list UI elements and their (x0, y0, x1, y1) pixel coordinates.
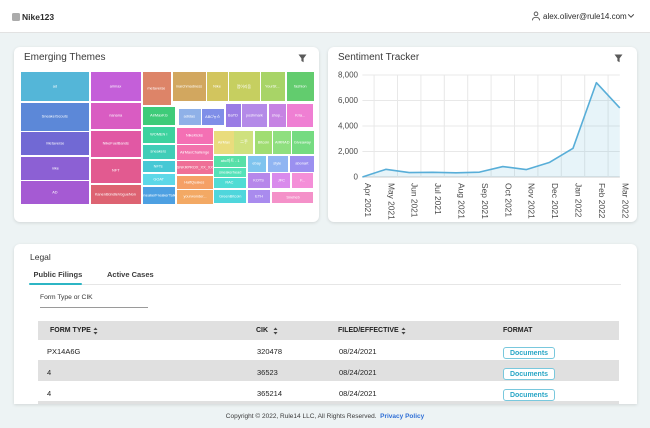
svg-text:Nov 2021: Nov 2021 (527, 183, 537, 219)
svg-text:Aug 2021: Aug 2021 (457, 183, 467, 219)
svg-text:Dec 2021: Dec 2021 (550, 183, 560, 219)
svg-text:Mar 2022: Mar 2022 (620, 183, 630, 219)
svg-text:Apr 2021: Apr 2021 (363, 183, 373, 217)
svg-text:Jun 2021: Jun 2021 (410, 183, 420, 218)
svg-text:8,000: 8,000 (338, 71, 359, 80)
svg-text:6,000: 6,000 (338, 96, 359, 105)
svg-text:Feb 2022: Feb 2022 (597, 183, 607, 219)
svg-text:Jul 2021: Jul 2021 (433, 183, 443, 215)
svg-text:4,000: 4,000 (338, 122, 359, 131)
svg-text:2,000: 2,000 (338, 147, 359, 156)
svg-text:Jan 2022: Jan 2022 (574, 183, 584, 218)
svg-text:Oct 2021: Oct 2021 (503, 183, 513, 217)
svg-text:May 2021: May 2021 (386, 183, 396, 220)
svg-text:0: 0 (354, 173, 359, 182)
svg-text:Sep 2021: Sep 2021 (480, 183, 490, 219)
